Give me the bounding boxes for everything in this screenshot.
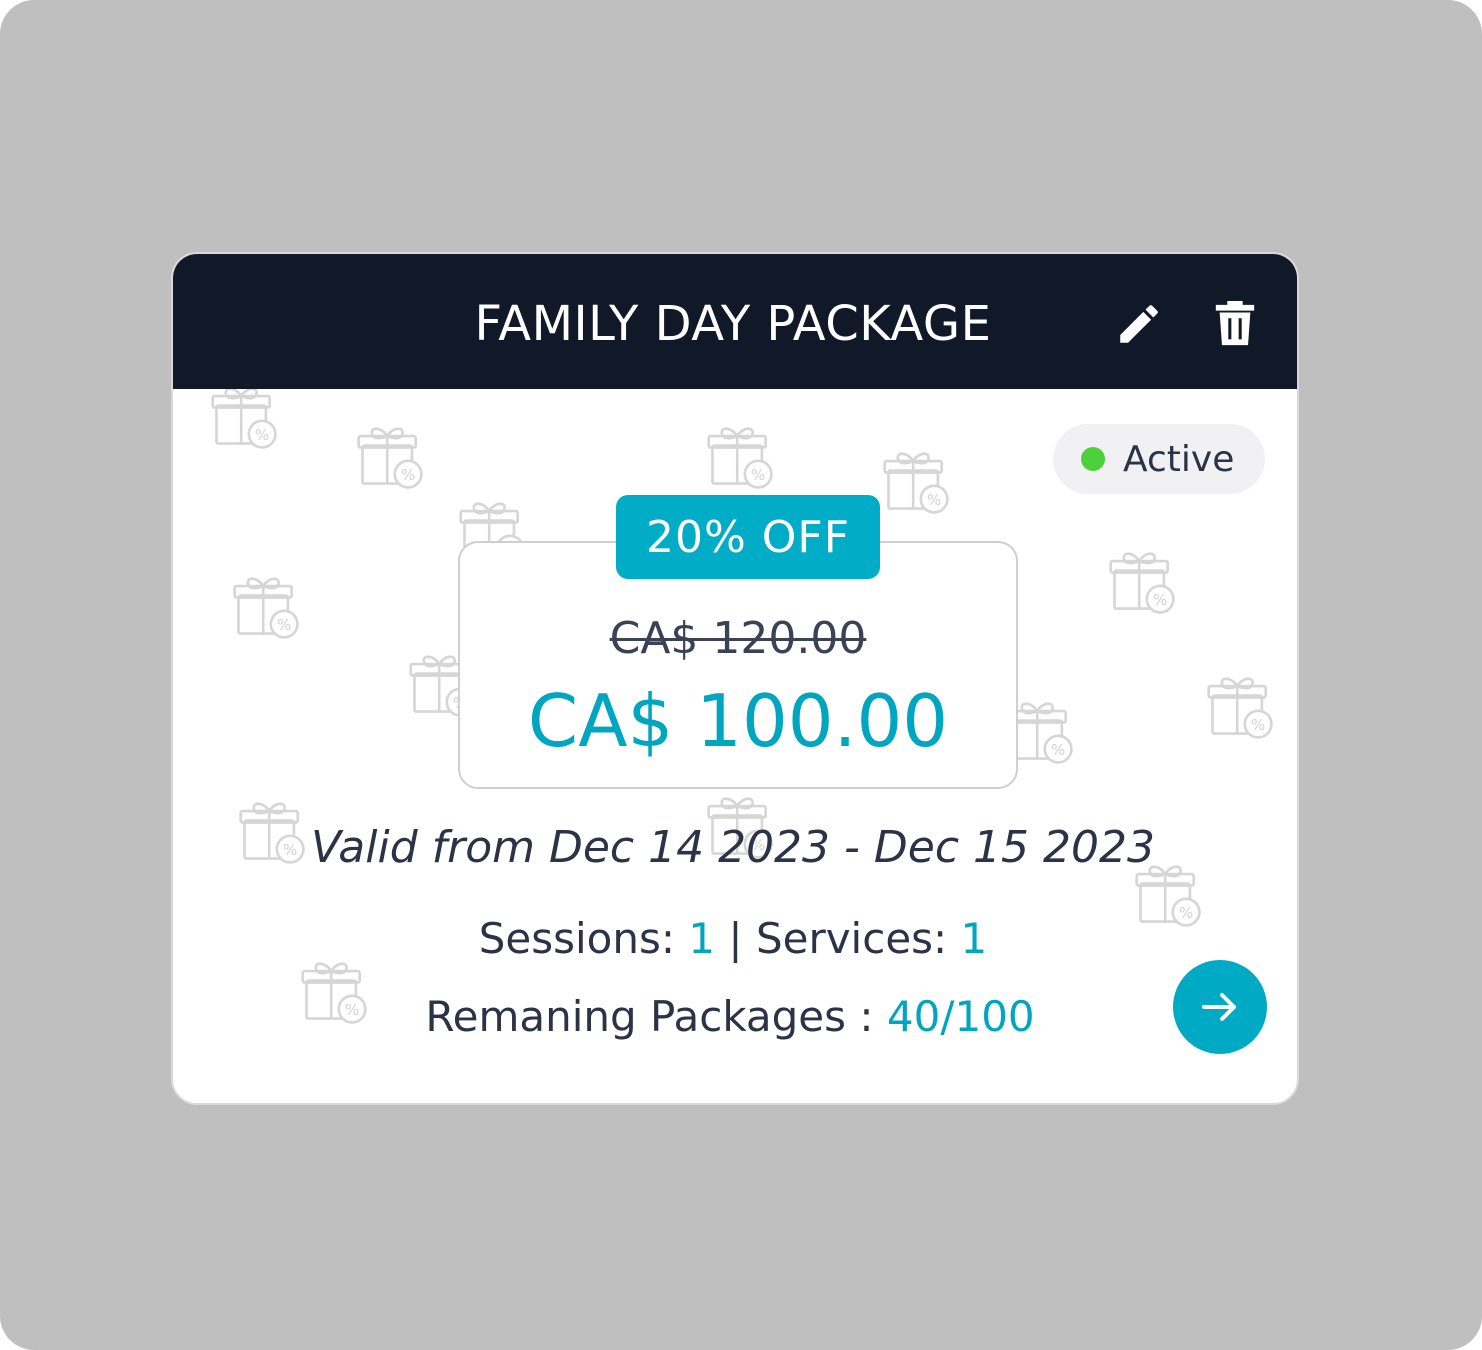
sessions-label: Sessions: <box>478 914 689 963</box>
gift-icon: % <box>233 577 299 639</box>
trash-icon <box>1215 301 1255 346</box>
gift-icon: % <box>211 387 277 449</box>
card-header: FAMILY DAY PACKAGE <box>173 254 1297 389</box>
edit-button[interactable] <box>1113 298 1165 350</box>
gift-icon: % <box>1207 677 1273 739</box>
services-label: Services: <box>755 914 961 963</box>
gift-icon: % <box>1109 552 1175 614</box>
services-value: 1 <box>960 914 988 963</box>
svg-text:%: % <box>1153 591 1167 609</box>
validity-dates: Valid from Dec 14 2023 - Dec 15 2023 <box>311 822 1155 873</box>
background-frame: % % % % % % % % % % % % % % FAMILY DAY P… <box>0 0 1482 1350</box>
gift-icon: % <box>357 427 423 489</box>
sessions-services-line: Sessions: 1 | Services: 1 <box>173 914 1293 963</box>
discount-badge: 20% OFF <box>616 495 880 579</box>
gift-icon: % <box>707 427 773 489</box>
view-details-button[interactable] <box>1173 960 1267 1054</box>
svg-text:%: % <box>1051 741 1065 759</box>
original-price: CA$ 120.00 <box>609 613 867 664</box>
svg-text:%: % <box>927 491 941 509</box>
remaining-packages-line: Remaning Packages : 40/100 <box>173 992 1287 1041</box>
status-label: Active <box>1123 438 1235 480</box>
status-dot <box>1081 447 1105 471</box>
remaining-value: 40/100 <box>886 992 1035 1041</box>
gift-icon: % <box>883 452 949 514</box>
svg-text:%: % <box>401 466 415 484</box>
sessions-value: 1 <box>688 914 716 963</box>
remaining-label: Remaning Packages : <box>425 992 887 1041</box>
pencil-icon <box>1120 305 1158 343</box>
package-card: % % % % % % % % % % % % % % FAMILY DAY P… <box>171 252 1299 1105</box>
svg-text:%: % <box>277 616 291 634</box>
discounted-price: CA$ 100.00 <box>527 679 949 763</box>
separator: | <box>715 914 756 963</box>
delete-button[interactable] <box>1209 298 1261 350</box>
svg-text:%: % <box>255 426 269 444</box>
status-badge: Active <box>1053 424 1265 494</box>
svg-text:%: % <box>1251 716 1265 734</box>
arrow-right-icon <box>1202 993 1236 1021</box>
svg-text:%: % <box>751 466 765 484</box>
